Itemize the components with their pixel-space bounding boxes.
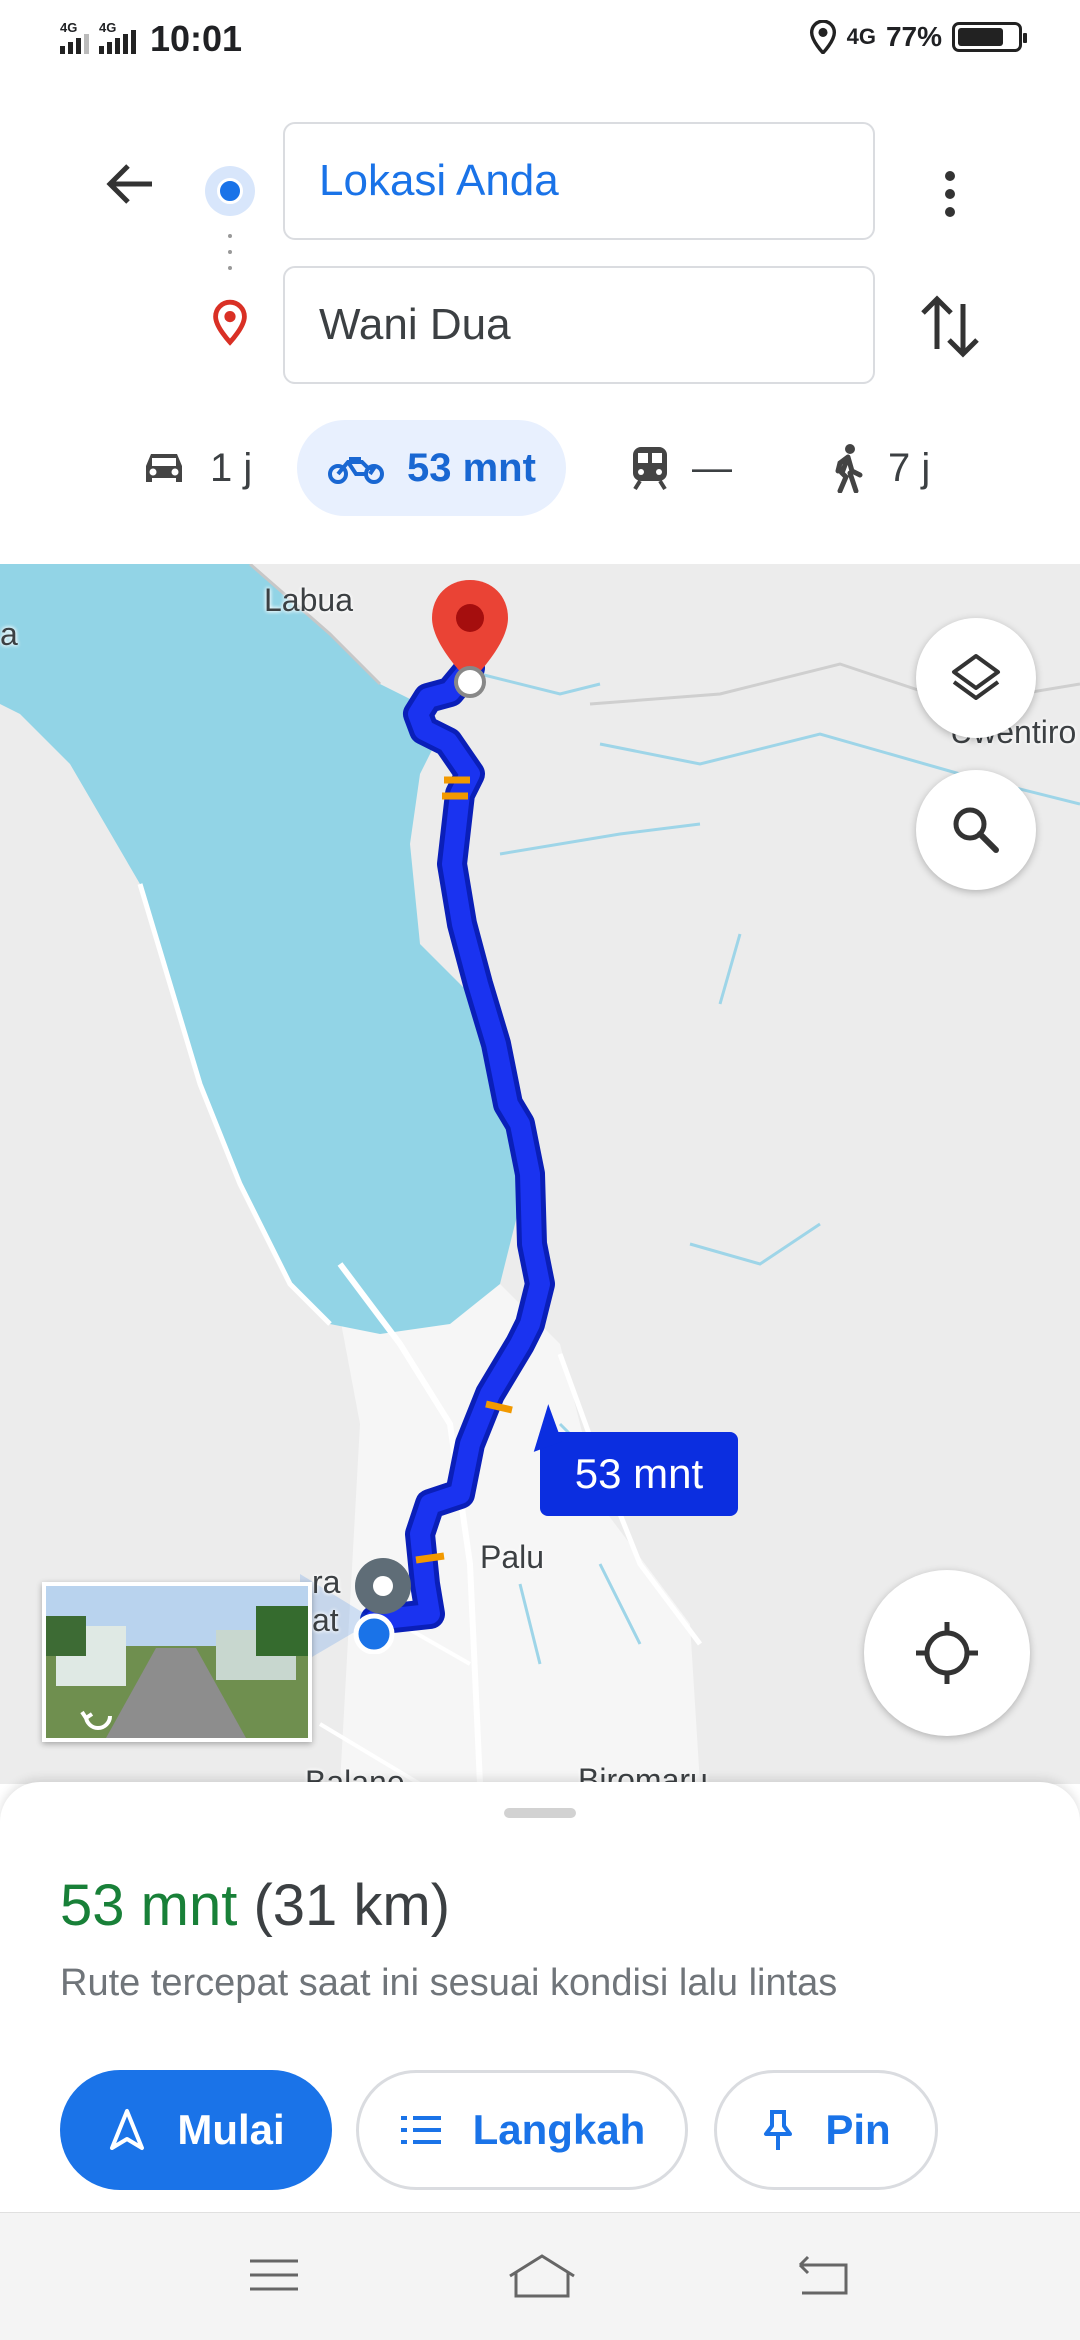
more-options-button[interactable] (920, 154, 980, 234)
system-nav-bar (0, 2212, 1080, 2340)
mode-car-label: 1 j (210, 445, 253, 490)
map-label-labua: Labua (264, 582, 353, 618)
walk-icon (835, 444, 863, 493)
swap-button[interactable] (915, 289, 985, 364)
travel-modes: 1 j 53 mnt — 7 j (0, 420, 1080, 516)
mode-car[interactable]: 1 j (140, 420, 252, 516)
pin-label: Pin (825, 2106, 891, 2153)
origin-dot-icon (205, 166, 255, 216)
home-button[interactable] (502, 2243, 582, 2307)
list-icon (400, 2116, 441, 2144)
destination-pin-icon (210, 299, 250, 352)
navigation-arrow-icon (110, 2109, 145, 2150)
my-location-button[interactable] (864, 1570, 1030, 1736)
map-label-ra: ra (312, 1564, 341, 1600)
pin-button[interactable]: Pin (714, 2070, 938, 2190)
destination-marker-icon (432, 580, 508, 698)
swap-vert-icon (921, 295, 979, 358)
layers-icon (952, 654, 1000, 700)
street-view-image (46, 1586, 308, 1738)
battery-percent: 77% (885, 21, 942, 52)
map-view[interactable]: Labua Uwentiro a Palu ra at Balane Birom… (0, 564, 1080, 1784)
network-type-1: 4G (60, 20, 78, 35)
map-label-biromaru: Biromaru (578, 1762, 708, 1784)
start-button[interactable]: Mulai (60, 2070, 332, 2190)
mode-walk-label: 7 j (888, 445, 931, 490)
origin-field[interactable]: Lokasi Anda (283, 122, 875, 240)
motorcycle-icon (328, 457, 384, 484)
menu-icon (250, 2259, 298, 2291)
route-dots (228, 234, 232, 282)
network-type-right: 4G (846, 24, 876, 49)
route-summary: 53 mnt (31 km) (60, 1872, 450, 1939)
map-label-a: a (0, 616, 18, 652)
steps-button[interactable]: Langkah (356, 2070, 688, 2190)
back-nav-icon (798, 2255, 848, 2295)
menu-button[interactable] (234, 2243, 314, 2307)
street-view-thumbnail[interactable] (42, 1582, 312, 1742)
back-nav-button[interactable] (784, 2243, 864, 2307)
map-label-at: at (312, 1602, 339, 1638)
route-time: 53 mnt (60, 1873, 238, 1938)
route-summary-sheet: 53 mnt (31 km) Rute tercepat saat ini se… (0, 1782, 1080, 2212)
train-icon (633, 447, 667, 491)
search-map-button[interactable] (916, 770, 1036, 890)
home-icon (509, 2254, 575, 2298)
battery-icon (952, 22, 1027, 52)
route-distance: (31 km) (253, 1873, 451, 1938)
back-button[interactable] (95, 149, 165, 219)
map-label-balane: Balane (305, 1764, 405, 1784)
mode-motorcycle-label: 53 mnt (407, 445, 536, 490)
map-label-palu: Palu (480, 1539, 545, 1575)
arrow-back-icon (106, 164, 152, 204)
mode-walk[interactable]: 7 j (830, 420, 930, 516)
steps-label: Langkah (472, 2106, 646, 2153)
directions-header: Lokasi Anda Wani Dua 1 j 53 mnt — 7 j (0, 84, 1080, 564)
location-icon (809, 20, 836, 54)
mode-transit-label: — (692, 445, 732, 490)
signal-icon-1: 4G (60, 20, 89, 54)
search-icon (953, 807, 999, 853)
drag-handle[interactable] (504, 1808, 576, 1818)
car-icon (146, 454, 182, 482)
route-duration-chip[interactable]: 53 mnt (540, 1432, 738, 1516)
start-label: Mulai (177, 2106, 285, 2153)
mode-motorcycle[interactable]: 53 mnt (297, 420, 566, 516)
network-type-2: 4G (99, 20, 117, 35)
clock: 10:01 (150, 18, 243, 59)
signal-icon-2: 4G (99, 20, 136, 54)
status-bar: 4G 4G 10:01 4G 77% (0, 0, 1080, 84)
crosshair-icon (916, 1622, 978, 1684)
destination-field[interactable]: Wani Dua (283, 266, 875, 384)
mode-transit[interactable]: — (630, 420, 732, 516)
pin-icon (764, 2110, 793, 2150)
route-description: Rute tercepat saat ini sesuai kondisi la… (60, 1962, 838, 2004)
layers-button[interactable] (916, 618, 1036, 738)
origin-marker-icon (353, 1558, 411, 1654)
